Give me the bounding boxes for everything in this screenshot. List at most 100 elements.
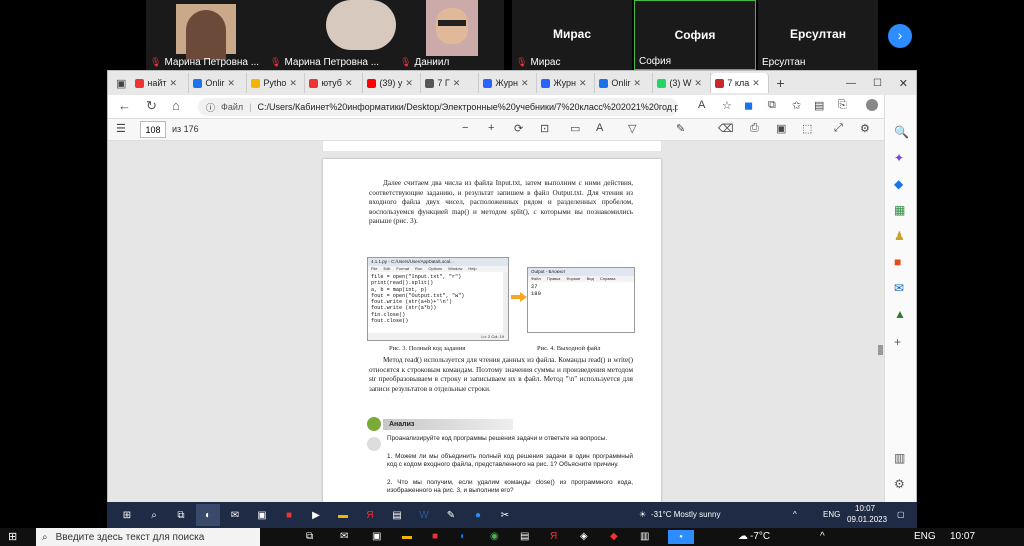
zoom-icon[interactable]: ● xyxy=(466,504,490,526)
page-number-input[interactable]: 108 xyxy=(140,121,166,138)
app-icon[interactable]: ▤ xyxy=(520,531,529,542)
clock-time[interactable]: 10:07 xyxy=(950,531,975,542)
participant-tile[interactable]: Ерсултан Ерсултан xyxy=(758,0,878,70)
folder-icon[interactable]: ▬ xyxy=(331,504,355,526)
folder-icon[interactable]: ▬ xyxy=(402,531,412,542)
yandex-icon[interactable]: Я xyxy=(550,531,557,542)
participant-tile[interactable]: 🎙 Даниил xyxy=(396,0,504,70)
browser-tab[interactable]: найт ✕ xyxy=(131,73,190,93)
close-icon[interactable]: ✕ xyxy=(453,78,461,89)
temperature[interactable]: -7°C xyxy=(750,531,770,542)
close-icon[interactable]: ✕ xyxy=(579,78,587,89)
lang-indicator[interactable]: ENG xyxy=(823,510,840,519)
snip-icon[interactable]: ✂ xyxy=(493,504,517,526)
participant-tile[interactable]: Мирас 🎙 Мирас xyxy=(512,0,632,70)
outlook-icon[interactable]: ✉ xyxy=(894,281,904,295)
app-icon[interactable]: ◆ xyxy=(610,531,618,542)
paint-icon[interactable]: ✎ xyxy=(439,504,463,526)
minimize-button[interactable]: — xyxy=(846,78,856,89)
refresh-icon[interactable]: ↻ xyxy=(146,98,157,114)
vertical-scrollbar[interactable] xyxy=(878,345,883,355)
edge-icon[interactable]: ◐ xyxy=(460,531,466,542)
save-as-icon[interactable]: ⬚ xyxy=(802,122,812,135)
notifications-icon[interactable]: ▢ xyxy=(897,510,905,519)
back-arrow-icon[interactable]: ← xyxy=(118,98,131,113)
weather-text[interactable]: -31°C Mostly sunny xyxy=(651,510,720,519)
close-window-button[interactable]: ✕ xyxy=(899,77,908,90)
fullscreen-icon[interactable]: ⤢ xyxy=(834,122,843,135)
address-bar[interactable]: ⓘ Файл | C:/Users/Кабинет%20информатики/… xyxy=(198,98,678,116)
shopping-icon[interactable]: ◆ xyxy=(894,177,903,191)
read-aloud-icon[interactable]: A xyxy=(596,122,603,134)
close-icon[interactable]: ✕ xyxy=(289,78,297,89)
browser-tab[interactable]: Pytho ✕ xyxy=(247,73,306,93)
erase-icon[interactable]: ⌫ xyxy=(718,122,734,135)
photos-icon[interactable]: ▤ xyxy=(385,504,409,526)
maximize-button[interactable]: ☐ xyxy=(873,78,882,89)
office-icon[interactable]: ■ xyxy=(432,531,438,542)
read-aloud-icon[interactable]: A xyxy=(698,99,705,111)
word-icon[interactable]: W xyxy=(412,504,436,526)
close-icon[interactable]: ✕ xyxy=(521,78,529,89)
app-icon[interactable]: ◈ xyxy=(580,531,588,542)
search-icon[interactable]: ⌕ xyxy=(142,504,166,526)
browser-tab[interactable]: 7 кла ✕ xyxy=(711,73,770,93)
add-icon[interactable]: + xyxy=(894,335,901,349)
split-screen-icon[interactable]: ⧉ xyxy=(768,99,776,112)
games-icon[interactable]: ♟ xyxy=(894,229,905,243)
save-icon[interactable]: ▣ xyxy=(776,122,786,135)
windows-start-icon[interactable]: ⊞ xyxy=(115,504,139,526)
participant-tile[interactable]: 🎙 Марина Петровна ... xyxy=(146,0,266,70)
settings-icon[interactable]: ⚙ xyxy=(894,477,905,491)
store-icon[interactable]: ▣ xyxy=(372,531,381,542)
drop-icon[interactable]: ▲ xyxy=(894,307,906,321)
print-icon[interactable]: ⎙ xyxy=(750,122,759,135)
participant-tile-active-speaker[interactable]: София София xyxy=(634,0,756,70)
tray-chevron-icon[interactable]: ^ xyxy=(793,510,797,519)
yandex-icon[interactable]: Я xyxy=(358,504,382,526)
clock-date[interactable]: 09.01.2023 xyxy=(847,515,887,524)
clock-time[interactable]: 10:07 xyxy=(855,504,875,513)
weather-icon[interactable]: ☀ xyxy=(639,510,646,519)
pdf-viewer[interactable]: Далее считаем два числа из файла Input.t… xyxy=(108,141,884,503)
store-icon[interactable]: ▣ xyxy=(250,504,274,526)
browser-tab[interactable]: ютуб ✕ xyxy=(305,73,364,93)
zoom-icon[interactable]: ● xyxy=(668,530,694,544)
favorite-star-icon[interactable]: ☆ xyxy=(722,99,732,112)
highlight-icon[interactable]: ✎ xyxy=(676,122,685,135)
close-icon[interactable]: ✕ xyxy=(694,78,702,89)
next-page-button[interactable]: › xyxy=(888,24,912,48)
edge-icon[interactable]: ◐ xyxy=(196,504,220,526)
video-icon[interactable]: ▶ xyxy=(304,504,328,526)
home-icon[interactable]: ⌂ xyxy=(172,98,180,113)
participant-tile[interactable]: 🎙 Марина Петровна ... xyxy=(266,0,396,70)
page-view-icon[interactable]: ▭ xyxy=(570,122,580,135)
tray-chevron-icon[interactable]: ^ xyxy=(820,531,825,542)
zoom-out-icon[interactable]: − xyxy=(462,122,468,134)
new-tab-button[interactable]: + xyxy=(770,75,790,91)
settings-icon[interactable]: ⚙ xyxy=(860,122,870,135)
draw-icon[interactable]: ▽ xyxy=(628,122,636,135)
task-view-icon[interactable]: ⧉ xyxy=(169,504,193,526)
close-icon[interactable]: ✕ xyxy=(227,78,235,89)
close-icon[interactable]: ✕ xyxy=(170,78,178,89)
copilot-icon[interactable]: ✦ xyxy=(894,151,904,165)
app-icon[interactable]: ▥ xyxy=(640,531,649,542)
weather-icon[interactable]: ☁ xyxy=(738,531,748,542)
office-icon[interactable]: ■ xyxy=(277,504,301,526)
browser-tab[interactable]: Журн ✕ xyxy=(479,73,538,93)
search-icon[interactable]: 🔍 xyxy=(894,125,909,139)
close-icon[interactable]: ✕ xyxy=(345,78,353,89)
close-icon[interactable]: ✕ xyxy=(752,78,760,89)
host-search-box[interactable]: ⌕ Введите здесь текст для поиска xyxy=(36,528,260,546)
mail-icon[interactable]: ✉ xyxy=(340,531,348,542)
lang-indicator[interactable]: ENG xyxy=(914,531,936,542)
browser-tab[interactable]: Onlir ✕ xyxy=(595,73,654,93)
browser-tab[interactable]: (39) у ✕ xyxy=(363,73,422,93)
browser-tab[interactable]: (3) W ✕ xyxy=(653,73,712,93)
fit-page-icon[interactable]: ⊡ xyxy=(540,122,549,135)
close-icon[interactable]: ✕ xyxy=(633,78,641,89)
sync-icon[interactable]: ⎘ xyxy=(838,99,847,112)
profile-avatar[interactable] xyxy=(866,99,878,111)
collections-icon[interactable]: ▤ xyxy=(814,99,824,112)
